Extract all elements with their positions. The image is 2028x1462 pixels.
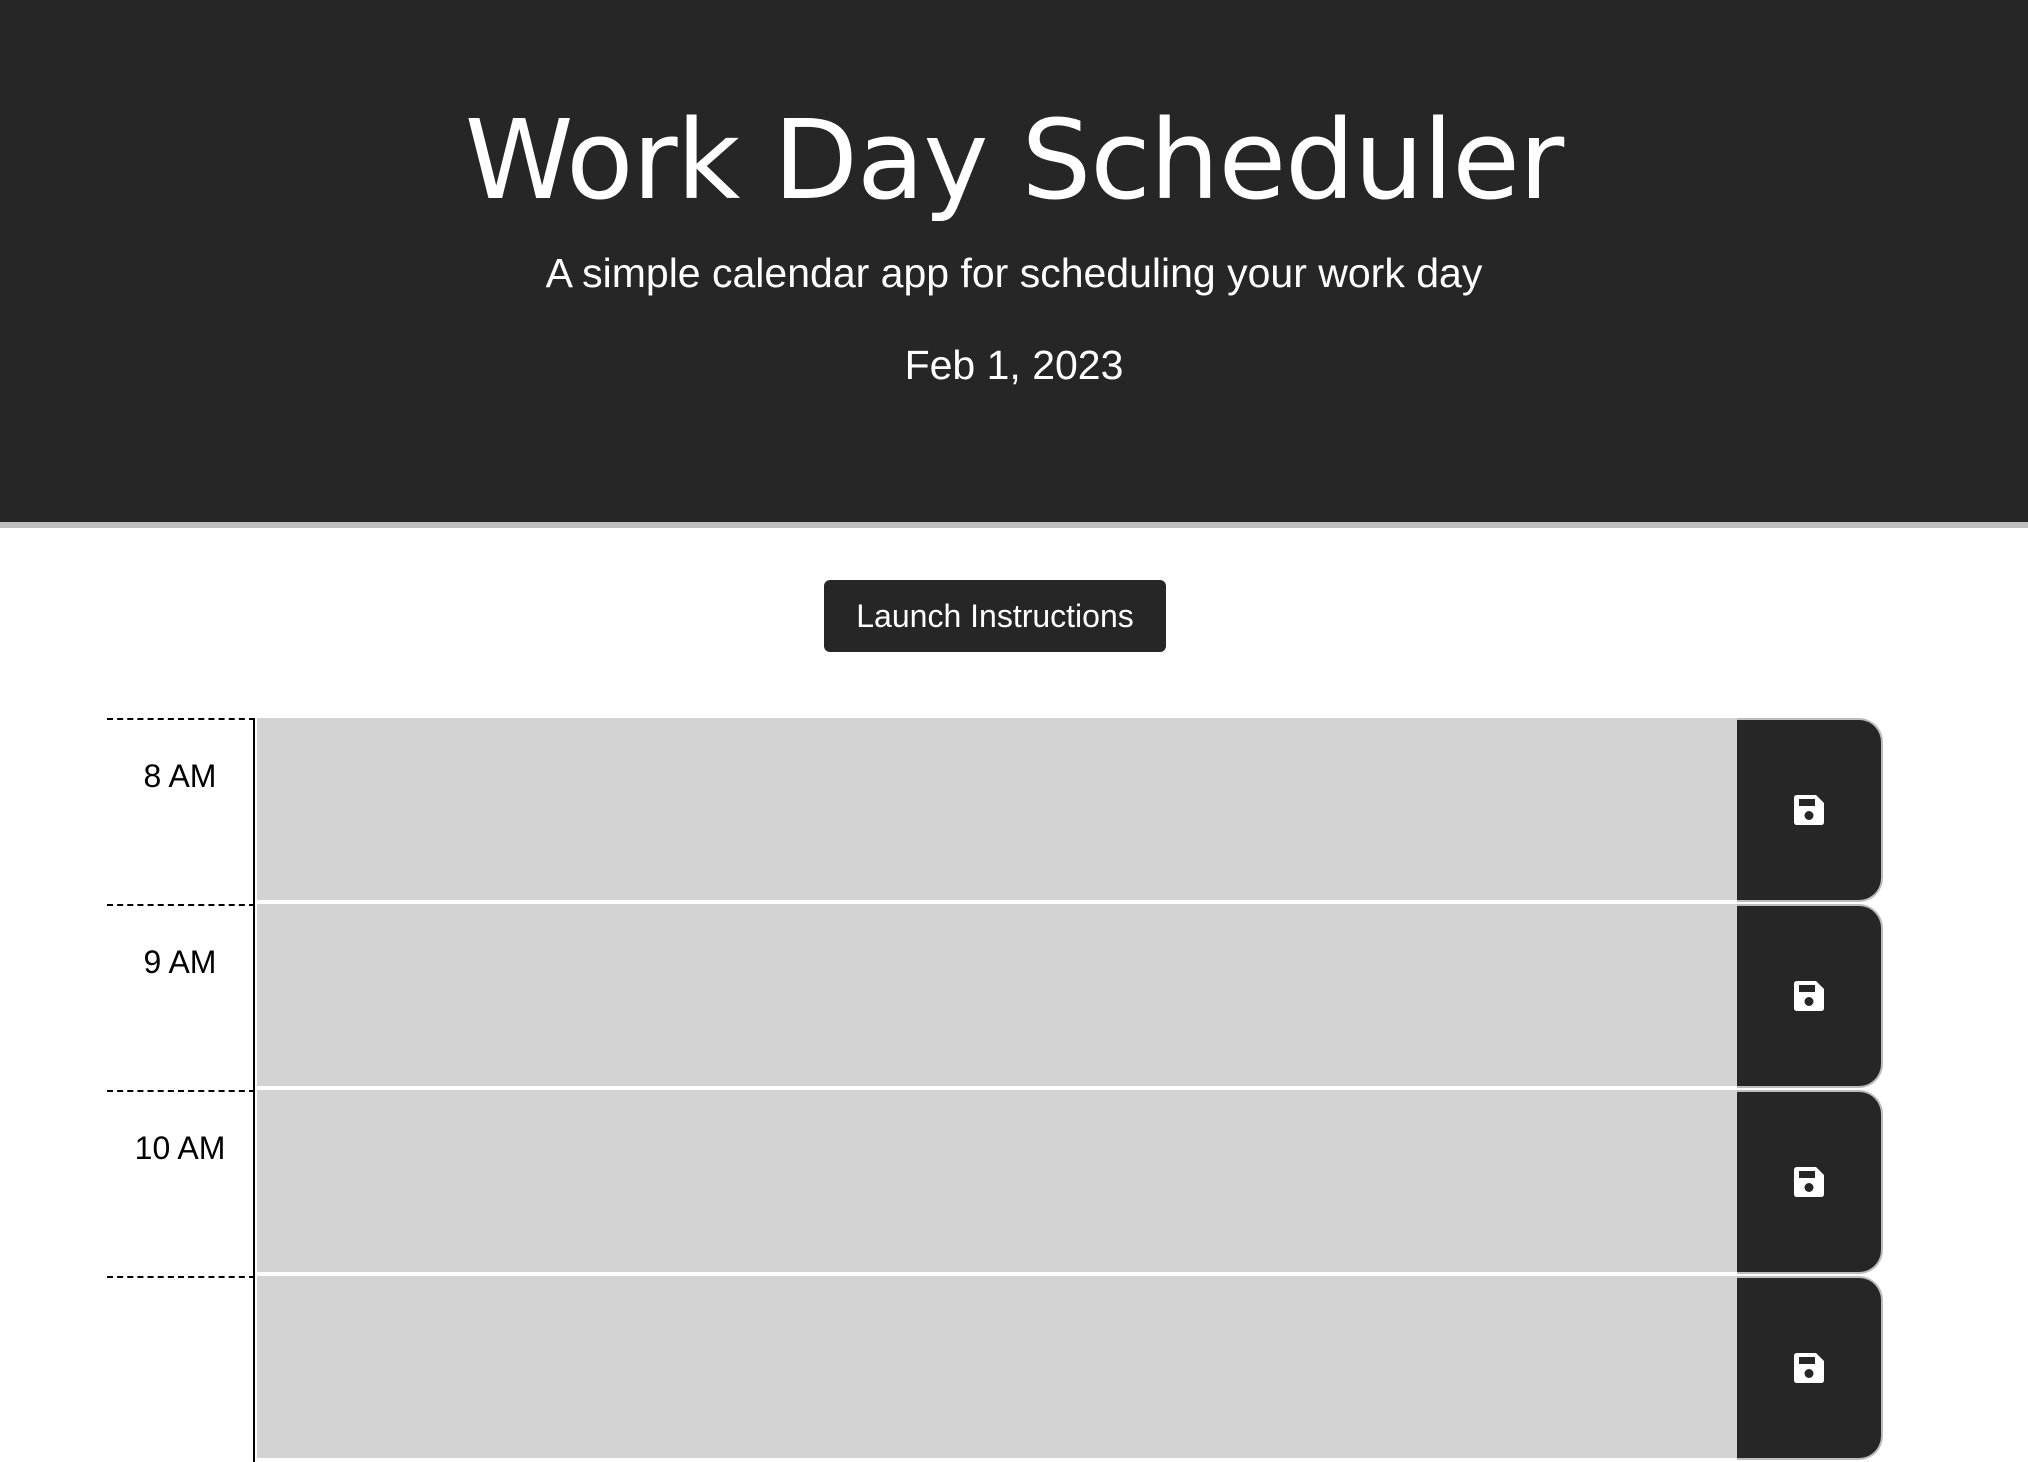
current-date: Feb 1, 2023 [904, 342, 1124, 388]
event-description-input[interactable] [257, 1090, 1737, 1274]
floppy-disk-icon [1794, 795, 1824, 825]
time-block: 8 AM [107, 718, 1883, 904]
floppy-disk-icon [1794, 1167, 1824, 1197]
floppy-disk-icon [1794, 981, 1824, 1011]
hour-label: 10 AM [107, 1090, 255, 1276]
time-block [107, 1276, 1883, 1462]
event-description-input[interactable] [257, 1276, 1737, 1460]
page-subtitle: A simple calendar app for scheduling you… [545, 250, 1483, 296]
hour-label [107, 1276, 255, 1462]
launch-instructions-button[interactable]: Launch Instructions [824, 580, 1166, 652]
hour-label: 9 AM [107, 904, 255, 1090]
hour-label: 8 AM [107, 718, 255, 904]
page-header: Work Day Scheduler A simple calendar app… [0, 0, 2028, 528]
save-button[interactable] [1737, 718, 1883, 902]
save-button[interactable] [1737, 1276, 1883, 1460]
time-block: 10 AM [107, 1090, 1883, 1276]
event-description-input[interactable] [257, 904, 1737, 1088]
page-title: Work Day Scheduler [464, 96, 1564, 224]
save-button[interactable] [1737, 1090, 1883, 1274]
time-block-list: 8 AM 9 AM 10 AM [107, 718, 1883, 1462]
save-button[interactable] [1737, 904, 1883, 1088]
floppy-disk-icon [1794, 1353, 1824, 1383]
time-block: 9 AM [107, 904, 1883, 1090]
event-description-input[interactable] [257, 718, 1737, 902]
